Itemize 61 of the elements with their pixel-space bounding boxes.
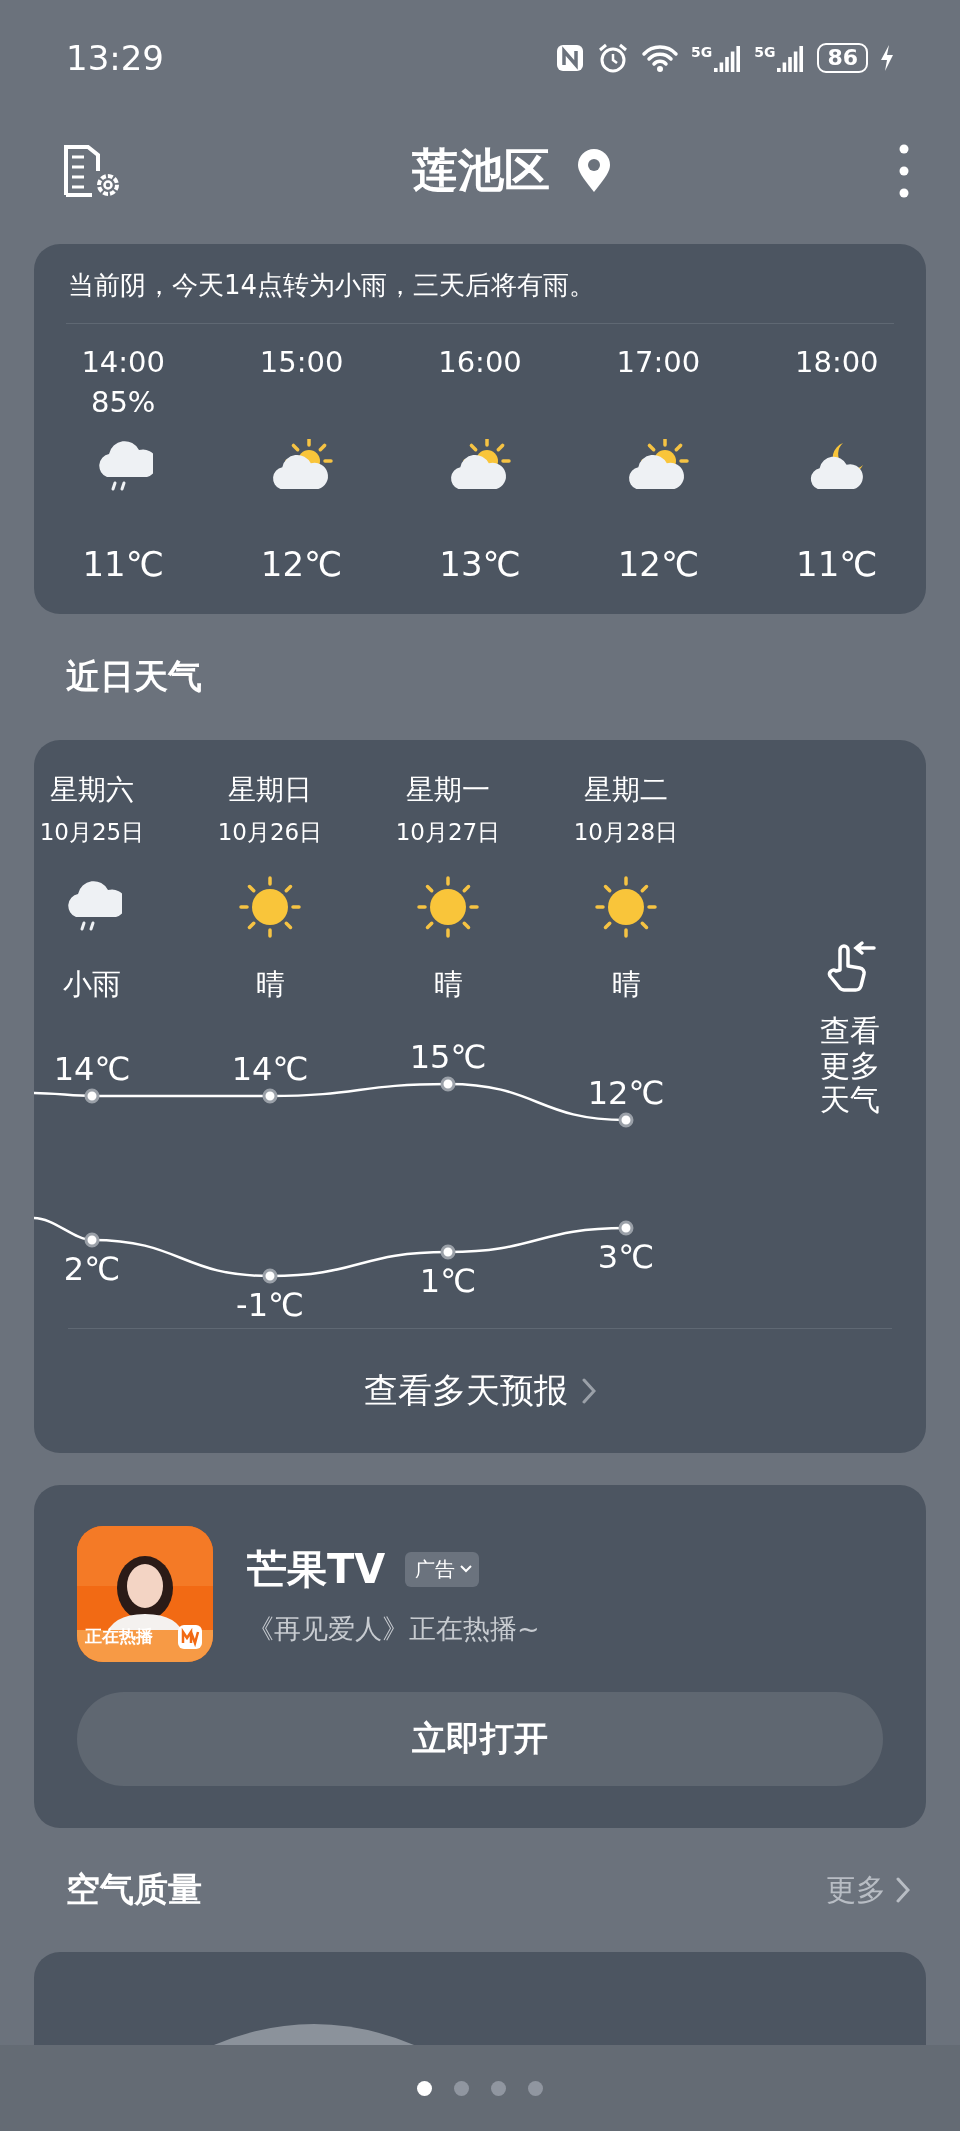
network-type-label: 5G	[754, 44, 776, 60]
app-name: 芒果TV	[247, 1544, 386, 1594]
signal-bars-icon	[714, 44, 743, 72]
page-indicator-dot[interactable]	[454, 2080, 469, 2096]
condition-label: 晴	[611, 966, 641, 1003]
battery-level: 86	[817, 43, 868, 73]
alarm-clock-icon	[596, 42, 629, 74]
condition-label: 晴	[433, 966, 463, 1003]
mango-logo-icon	[177, 1624, 203, 1650]
hour-time: 14:00	[81, 344, 165, 381]
weather-summary: 当前阴，今天14点转为小雨，三天后将有雨。	[68, 270, 596, 300]
hour-time: 15:00	[259, 344, 344, 381]
location-title: 莲池区	[412, 142, 550, 199]
temperature-label: 12℃	[587, 1074, 665, 1112]
more-menu-icon[interactable]	[898, 143, 910, 199]
signal-bars-icon	[777, 44, 806, 72]
temperature-label: 15℃	[409, 1038, 487, 1076]
hour-temperature: 11℃	[82, 543, 164, 586]
weekday-label: 星期二	[584, 772, 668, 808]
weekday-label: 星期日	[228, 772, 312, 808]
hour-temperature: 11℃	[796, 543, 878, 586]
nfc-icon	[554, 43, 585, 73]
clock-time: 13:29	[66, 38, 164, 78]
hour-time: 17:00	[616, 344, 701, 381]
location-pin-icon	[576, 149, 612, 193]
open-app-button[interactable]: 立即打开	[77, 1692, 883, 1786]
hour-temperature: 12℃	[617, 543, 700, 586]
precipitation-chance: 85%	[90, 384, 156, 421]
caret-icon	[459, 1564, 474, 1574]
multi-day-forecast-link[interactable]: 查看多天预报	[68, 1328, 892, 1453]
weekday-label: 星期六	[50, 772, 134, 808]
temperature-label: 3℃	[597, 1238, 655, 1276]
hour-time: 16:00	[438, 344, 522, 381]
page-indicator-dot[interactable]	[528, 2080, 543, 2096]
date-label: 10月25日	[39, 818, 145, 847]
condition-label: 晴	[255, 966, 285, 1003]
date-label: 10月28日	[573, 818, 679, 847]
temperature-label: 14℃	[53, 1050, 131, 1088]
section-title: 近日天气	[66, 655, 202, 698]
temperature-label: 1℃	[419, 1262, 477, 1300]
date-label: 10月26日	[217, 818, 323, 847]
page-indicator-dot[interactable]	[491, 2080, 506, 2096]
hour-temperature: 13℃	[439, 543, 521, 586]
ad-subtitle: 《再见爱人》正在热播~	[247, 1611, 540, 1646]
wifi-icon	[640, 43, 679, 73]
chevron-right-icon	[896, 1877, 910, 1903]
temperature-label: -1℃	[236, 1286, 304, 1324]
app-icon-caption: 正在热播	[85, 1625, 153, 1648]
temperature-label: 14℃	[231, 1050, 309, 1088]
chevron-right-icon	[582, 1378, 596, 1404]
section-title: 空气质量	[66, 1868, 202, 1911]
weekday-label: 星期一	[406, 772, 490, 808]
condition-label: 小雨	[63, 966, 121, 1003]
network-type-label: 5G	[690, 44, 713, 60]
more-weather-link[interactable]: 查看更多天气	[820, 940, 880, 1118]
page-indicator-dot[interactable]	[417, 2080, 432, 2096]
date-label: 10月27日	[395, 818, 501, 847]
temperature-label: 2℃	[63, 1250, 121, 1288]
ad-tag[interactable]: 广告	[405, 1551, 480, 1587]
hour-time: 18:00	[795, 344, 879, 381]
hour-temperature: 12℃	[260, 543, 343, 586]
